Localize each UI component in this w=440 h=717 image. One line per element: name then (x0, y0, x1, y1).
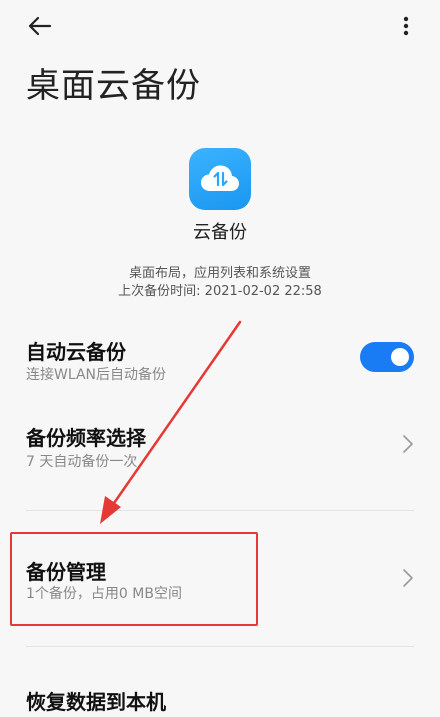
cloud-sync-icon (201, 165, 239, 191)
top-bar (0, 0, 440, 56)
app-name: 云备份 (193, 222, 247, 243)
auto-backup-row[interactable]: 自动云备份 连接WLAN后自动备份 (0, 328, 440, 400)
back-button[interactable] (22, 10, 58, 42)
divider (26, 510, 414, 511)
last-backup-time: 上次备份时间: 2021-02-02 22:58 (118, 284, 322, 299)
app-description: 桌面布局，应用列表和系统设置 (128, 266, 311, 281)
auto-backup-subtitle: 连接WLAN后自动备份 (26, 367, 167, 383)
backup-frequency-row[interactable]: 备份频率选择 7 天自动备份一次 (0, 410, 440, 490)
divider (26, 646, 414, 647)
cloud-backup-app-icon (189, 148, 251, 210)
chevron-right-icon (403, 435, 413, 453)
toggle-knob (391, 348, 409, 366)
restore-data-title: 恢复数据到本机 (26, 690, 166, 714)
backup-settings-screen: 桌面云备份 云备份 桌面布局，应用列表和系统设置 上次备份时间: 2021-02… (0, 0, 440, 717)
chevron-right-icon (403, 569, 413, 587)
highlight-annotation-box (10, 532, 258, 626)
more-vertical-icon (403, 16, 409, 36)
backup-frequency-title: 备份频率选择 (26, 426, 146, 450)
auto-backup-toggle[interactable] (360, 342, 414, 372)
page-title: 桌面云备份 (26, 66, 201, 106)
arrow-left-icon (28, 16, 52, 36)
more-options-button[interactable] (394, 10, 418, 42)
restore-data-row[interactable]: 恢复数据到本机 (0, 676, 440, 717)
backup-frequency-subtitle: 7 天自动备份一次 (26, 454, 138, 470)
auto-backup-title: 自动云备份 (26, 340, 126, 364)
